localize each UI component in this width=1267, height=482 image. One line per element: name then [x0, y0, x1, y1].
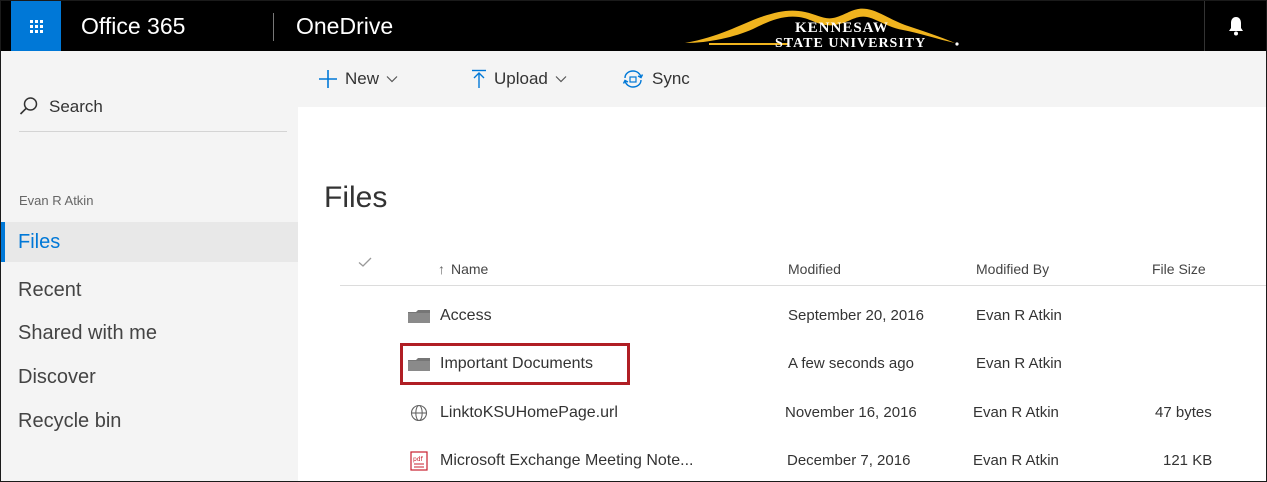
column-header-name[interactable]: ↑ Name: [438, 261, 488, 277]
onedrive-link[interactable]: OneDrive: [296, 1, 393, 51]
modified-date: November 16, 2016: [785, 404, 917, 421]
top-bar: Office 365 OneDrive KENNESAW STATE UNIVE…: [1, 1, 1266, 51]
sync-label: Sync: [652, 69, 690, 88]
new-button[interactable]: New: [318, 51, 405, 107]
checkmark-icon: [358, 257, 372, 267]
logo-line1: KENNESAW: [795, 20, 889, 36]
chevron-down-icon: [555, 76, 567, 83]
modified-date: A few seconds ago: [788, 355, 914, 372]
active-indicator: [1, 222, 5, 262]
file-size: 121 KB: [1163, 452, 1213, 469]
globe-icon: [410, 391, 428, 435]
sync-button[interactable]: Sync: [621, 51, 690, 107]
notifications-button[interactable]: [1204, 1, 1266, 51]
app-launcher-button[interactable]: [11, 1, 61, 51]
modified-date: September 20, 2016: [788, 307, 924, 324]
file-name-link[interactable]: Access: [440, 294, 492, 338]
upload-label: Upload: [494, 69, 548, 88]
office365-link[interactable]: Office 365: [81, 1, 185, 51]
waffle-icon: [29, 19, 43, 33]
sort-up-arrow-icon: ↑: [438, 261, 445, 277]
onedrive-window: Office 365 OneDrive KENNESAW STATE UNIVE…: [0, 0, 1267, 482]
file-row[interactable]: Access September 20, 2016 Evan R Atkin: [298, 294, 1266, 338]
header-divider: [273, 13, 274, 41]
bell-icon: [1229, 17, 1243, 36]
modified-by: Evan R Atkin: [973, 452, 1059, 469]
upload-button[interactable]: Upload: [471, 51, 574, 107]
nav-item-label: Files: [18, 231, 61, 253]
nav-item-label: Recent: [18, 279, 82, 301]
column-header-file-size[interactable]: File Size: [1152, 261, 1206, 277]
svg-text:pdf: pdf: [413, 456, 424, 463]
folder-icon: [408, 294, 430, 338]
nav-item-label: Recycle bin: [18, 410, 122, 432]
header-divider: [340, 285, 1266, 286]
select-all-checkbox[interactable]: [358, 255, 372, 271]
logo-line2: STATE UNIVERSITY: [775, 36, 926, 49]
nav-item-files[interactable]: Files: [1, 222, 298, 262]
column-header-name-label: Name: [451, 261, 489, 277]
nav-item-recycle-bin[interactable]: Recycle bin: [1, 401, 298, 441]
left-navigation: Search Evan R Atkin Files Recent Shared …: [1, 51, 298, 481]
modified-date: December 7, 2016: [787, 452, 911, 469]
ksu-logo: KENNESAW STATE UNIVERSITY: [685, 8, 959, 49]
highlight-box: [400, 343, 630, 385]
nav-item-discover[interactable]: Discover: [1, 357, 298, 397]
file-size: 47 bytes: [1155, 404, 1212, 421]
nav-item-recent[interactable]: Recent: [1, 270, 298, 310]
modified-by: Evan R Atkin: [976, 355, 1062, 372]
upload-icon: [472, 69, 486, 88]
file-name-link[interactable]: Microsoft Exchange Meeting Note...: [440, 439, 693, 481]
modified-by: Evan R Atkin: [973, 404, 1059, 421]
file-row[interactable]: LinktoKSUHomePage.url November 16, 2016 …: [298, 391, 1266, 435]
file-name-link[interactable]: LinktoKSUHomePage.url: [440, 391, 618, 435]
modified-by: Evan R Atkin: [976, 307, 1062, 324]
column-header-modified-by[interactable]: Modified By: [976, 261, 1049, 277]
user-name-heading: Evan R Atkin: [19, 193, 94, 208]
nav-item-label: Discover: [18, 366, 96, 388]
nav-item-shared-with-me[interactable]: Shared with me: [1, 313, 298, 353]
search-placeholder: Search: [49, 97, 103, 116]
plus-icon: [319, 70, 337, 88]
column-header-modified[interactable]: Modified: [788, 261, 841, 277]
main-content: Files ↑ Name Modified Modified By File Si…: [298, 107, 1266, 481]
new-label: New: [345, 69, 380, 88]
chevron-down-icon: [386, 76, 398, 83]
page-title: Files: [324, 181, 388, 214]
sync-icon: [622, 70, 644, 88]
search-box[interactable]: Search: [19, 96, 287, 132]
search-icon: [19, 97, 38, 115]
file-row[interactable]: pdf Microsoft Exchange Meeting Note... D…: [298, 439, 1266, 481]
pdf-icon: pdf: [410, 439, 428, 481]
nav-item-label: Shared with me: [18, 322, 157, 344]
